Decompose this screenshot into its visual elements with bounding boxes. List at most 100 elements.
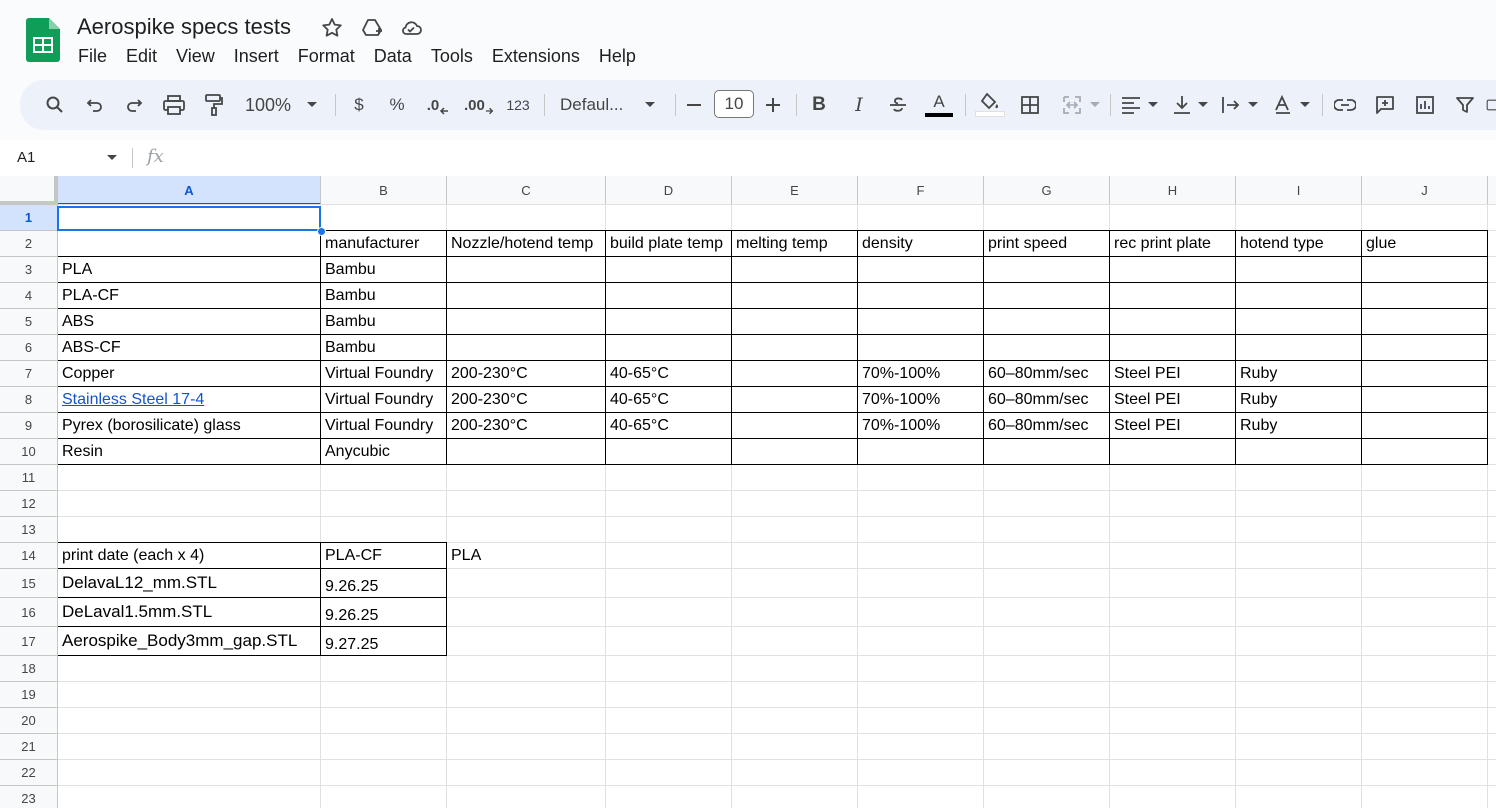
header-cell[interactable]: manufacturer: [321, 231, 447, 257]
menu-tools[interactable]: Tools: [421, 44, 482, 71]
text-color-button[interactable]: A: [924, 90, 954, 120]
data-cell[interactable]: 70%-100%: [858, 387, 984, 413]
sheets-logo-icon[interactable]: [26, 18, 60, 62]
zoom-dropdown-icon[interactable]: [302, 90, 322, 120]
name-box[interactable]: A1: [17, 149, 35, 166]
strikethrough-icon[interactable]: [886, 90, 910, 120]
row-header-22[interactable]: 22: [0, 760, 58, 786]
material-name-cell[interactable]: Resin: [58, 439, 321, 465]
column-header-g[interactable]: G: [984, 176, 1110, 205]
data-cell[interactable]: Bambu: [321, 257, 447, 283]
undo-icon[interactable]: [82, 90, 108, 120]
merge-dropdown-icon[interactable]: [1088, 90, 1102, 120]
menu-extensions[interactable]: Extensions: [482, 44, 589, 71]
insert-chart-icon[interactable]: [1413, 90, 1437, 120]
header-cell[interactable]: PLA-CF: [321, 543, 447, 569]
menu-insert[interactable]: Insert: [224, 44, 288, 71]
insert-link-icon[interactable]: [1333, 90, 1357, 120]
row-header-17[interactable]: 17: [0, 627, 58, 656]
header-cell[interactable]: melting temp: [732, 231, 858, 257]
filter-views-icon[interactable]: [1486, 90, 1496, 120]
print-icon[interactable]: [161, 90, 187, 120]
cloud-saved-icon[interactable]: [399, 16, 423, 40]
row-header-2[interactable]: 2: [0, 231, 58, 257]
valign-dropdown-icon[interactable]: [1196, 90, 1210, 120]
menu-format[interactable]: Format: [288, 44, 364, 71]
menu-data[interactable]: Data: [364, 44, 421, 71]
material-name-cell[interactable]: PLA-CF: [58, 283, 321, 309]
borders-icon[interactable]: [1018, 90, 1042, 120]
data-cell[interactable]: 60–80mm/sec: [984, 387, 1110, 413]
fill-color-button[interactable]: [975, 90, 1005, 120]
paint-format-icon[interactable]: [201, 90, 227, 120]
material-name-cell[interactable]: Copper: [58, 361, 321, 387]
menu-view[interactable]: View: [166, 44, 224, 71]
data-cell[interactable]: Steel PEI: [1110, 361, 1236, 387]
row-header-7[interactable]: 7: [0, 361, 58, 387]
row-header-13[interactable]: 13: [0, 517, 58, 543]
menu-help[interactable]: Help: [589, 44, 645, 71]
formula-input[interactable]: [180, 146, 1480, 170]
row-header-19[interactable]: 19: [0, 682, 58, 708]
column-header-c[interactable]: C: [447, 176, 606, 205]
data-cell[interactable]: 200-230°C: [447, 413, 606, 439]
spreadsheet-grid[interactable]: A B C D E F G H I J 1 2 3 4 5 6 7 8 9 10 11 12 13 14 15 16 17 18 19 2…: [0, 176, 1496, 808]
move-to-drive-icon[interactable]: [360, 16, 384, 40]
column-header-a[interactable]: A: [58, 176, 321, 205]
decrease-decimal-button[interactable]: .0: [424, 90, 452, 120]
data-cell[interactable]: Bambu: [321, 309, 447, 335]
row-header-18[interactable]: 18: [0, 656, 58, 682]
star-icon[interactable]: [320, 16, 344, 40]
text-rotation-icon[interactable]: [1272, 90, 1294, 120]
material-name-cell[interactable]: Pyrex (borosilicate) glass: [58, 413, 321, 439]
decrease-font-size-icon[interactable]: [684, 90, 704, 120]
wrap-dropdown-icon[interactable]: [1246, 90, 1260, 120]
data-cell[interactable]: Bambu: [321, 335, 447, 361]
material-name-cell[interactable]: ABS: [58, 309, 321, 335]
data-cell[interactable]: Virtual Foundry: [321, 387, 447, 413]
data-cell[interactable]: 60–80mm/sec: [984, 361, 1110, 387]
row-header-9[interactable]: 9: [0, 413, 58, 439]
row-header-6[interactable]: 6: [0, 335, 58, 361]
data-cell[interactable]: Steel PEI: [1110, 387, 1236, 413]
text-wrapping-icon[interactable]: [1220, 90, 1242, 120]
menu-file[interactable]: File: [68, 44, 116, 71]
font-family-select[interactable]: Defaul...: [560, 90, 644, 120]
data-cell[interactable]: Ruby: [1236, 387, 1362, 413]
row-header-5[interactable]: 5: [0, 309, 58, 335]
cell-link[interactable]: Stainless Steel 17-4: [62, 391, 204, 408]
font-size-input[interactable]: 10: [714, 90, 754, 118]
rotation-dropdown-icon[interactable]: [1298, 90, 1312, 120]
font-dropdown-icon[interactable]: [640, 90, 660, 120]
column-header-h[interactable]: H: [1110, 176, 1236, 205]
data-cell[interactable]: 40-65°C: [606, 361, 732, 387]
column-header-d[interactable]: D: [606, 176, 732, 205]
column-header-j[interactable]: J: [1362, 176, 1488, 205]
column-header-b[interactable]: B: [321, 176, 447, 205]
redo-icon[interactable]: [121, 90, 147, 120]
header-cell[interactable]: PLA: [447, 543, 606, 569]
horizontal-align-icon[interactable]: [1120, 90, 1142, 120]
name-box-dropdown-icon[interactable]: [106, 154, 118, 162]
column-header-f[interactable]: F: [858, 176, 984, 205]
file-name-cell[interactable]: DelavaL12_mm.STL: [58, 568, 321, 597]
document-title[interactable]: Aerospike specs tests: [77, 14, 291, 40]
data-cell[interactable]: 40-65°C: [606, 387, 732, 413]
column-header-partial[interactable]: [1488, 176, 1496, 205]
search-menus-icon[interactable]: [42, 90, 68, 120]
row-header-10[interactable]: 10: [0, 439, 58, 465]
data-cell[interactable]: Ruby: [1236, 361, 1362, 387]
material-name-cell[interactable]: Stainless Steel 17-4: [58, 387, 321, 413]
row-header-12[interactable]: 12: [0, 491, 58, 517]
data-cell[interactable]: Steel PEI: [1110, 413, 1236, 439]
insert-comment-icon[interactable]: [1373, 90, 1397, 120]
zoom-select[interactable]: 100%: [242, 90, 294, 120]
data-cell[interactable]: 60–80mm/sec: [984, 413, 1110, 439]
row-header-3[interactable]: 3: [0, 257, 58, 283]
row-header-8[interactable]: 8: [0, 387, 58, 413]
data-cell[interactable]: Virtual Foundry: [321, 361, 447, 387]
data-cell[interactable]: Virtual Foundry: [321, 413, 447, 439]
file-name-cell[interactable]: DeLaval1.5mm.STL: [58, 597, 321, 626]
row-header-16[interactable]: 16: [0, 598, 58, 627]
more-formats-button[interactable]: 123: [503, 90, 533, 120]
